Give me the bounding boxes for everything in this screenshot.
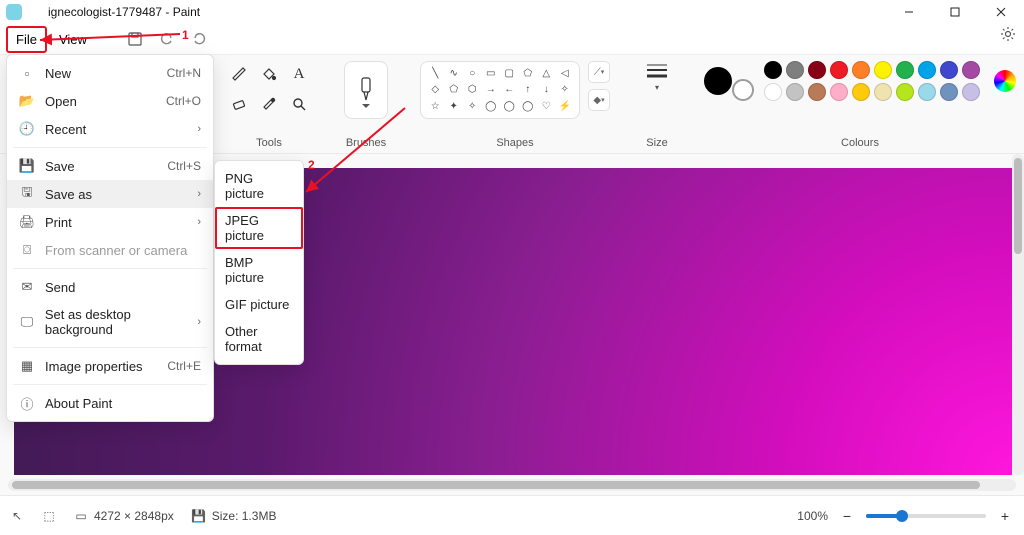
annotation-1: 1 <box>182 28 189 42</box>
annotation-arrow <box>0 0 1024 535</box>
annotation-2: 2 <box>308 158 315 172</box>
